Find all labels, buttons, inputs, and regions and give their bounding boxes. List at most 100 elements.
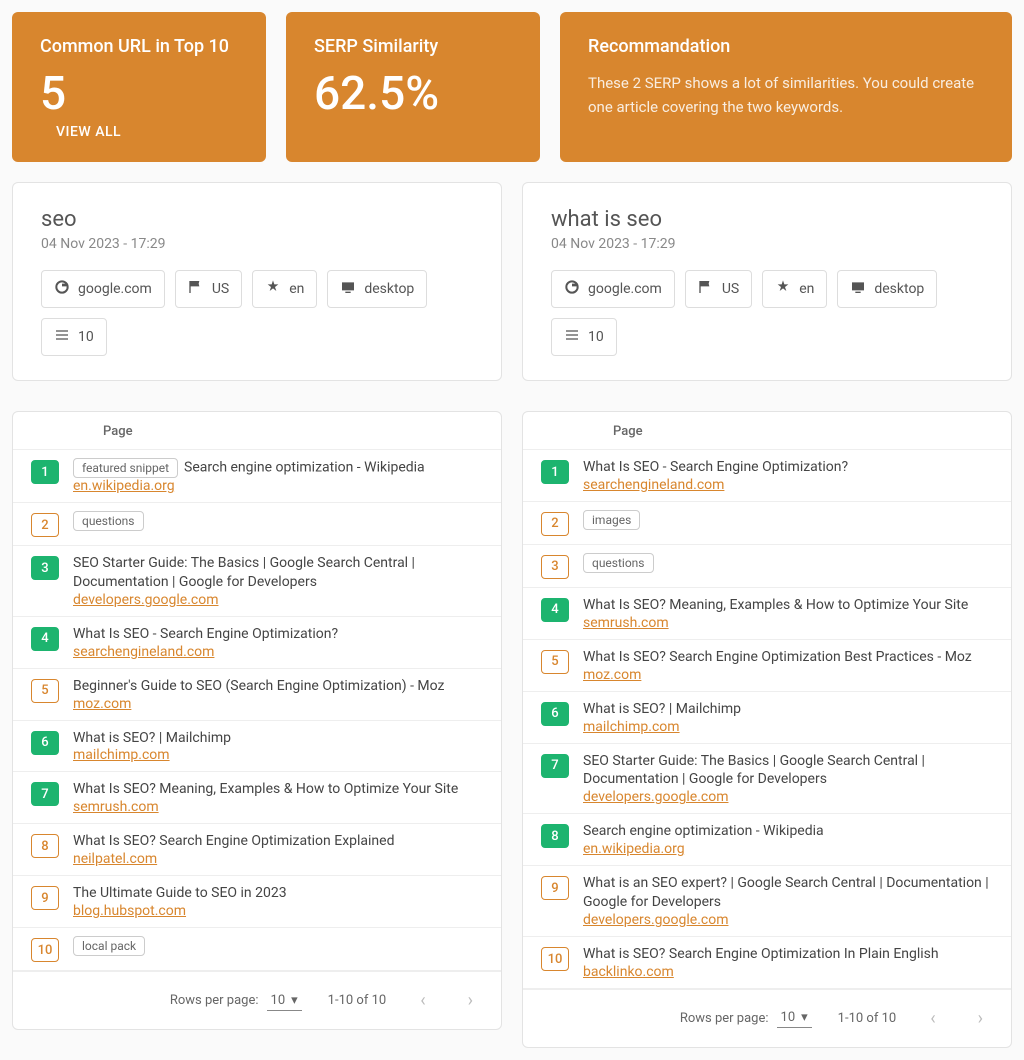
result-domain-link[interactable]: blog.hubspot.com (73, 903, 186, 919)
serp-table: Page 1 featured snippetSearch engine opt… (12, 411, 502, 1030)
chip-label: US (722, 281, 739, 297)
chip-language[interactable]: en (252, 270, 317, 308)
flag-icon (698, 279, 714, 299)
result-title: What is SEO? | Mailchimp (583, 700, 993, 719)
result-domain-link[interactable]: mailchimp.com (73, 747, 170, 763)
page-cell: What Is SEO? Meaning, Examples & How to … (583, 596, 993, 631)
rank-badge: 1 (31, 460, 59, 484)
common-url-card: Common URL in Top 10 5 VIEW ALL (12, 12, 266, 162)
result-domain-link[interactable]: en.wikipedia.org (583, 841, 685, 857)
prev-page-button[interactable]: ‹ (412, 986, 433, 1015)
result-domain-link[interactable]: developers.google.com (583, 912, 728, 928)
rank-badge: 5 (541, 650, 569, 674)
rank-badge: 10 (31, 938, 59, 962)
rows-per-page-select[interactable]: 10 ▾ (267, 991, 302, 1011)
result-title: SEO Starter Guide: The Basics | Google S… (73, 554, 483, 592)
chip-google[interactable]: google.com (41, 270, 165, 308)
chip-flag[interactable]: US (175, 270, 242, 308)
result-domain-link[interactable]: semrush.com (73, 799, 159, 815)
chip-list[interactable]: 10 (41, 318, 107, 356)
page-cell: Beginner's Guide to SEO (Search Engine O… (73, 677, 483, 712)
language-icon (265, 279, 281, 299)
rank-badge: 9 (31, 886, 59, 910)
chip-label: en (289, 281, 304, 297)
list-icon (564, 327, 580, 347)
recommendation-card: Recommandation These 2 SERP shows a lot … (560, 12, 1012, 162)
chip-list[interactable]: 10 (551, 318, 617, 356)
result-title: The Ultimate Guide to SEO in 2023 (73, 884, 483, 903)
table-row: 5 Beginner's Guide to SEO (Search Engine… (13, 669, 501, 721)
result-domain-link[interactable]: moz.com (583, 667, 641, 683)
chip-device[interactable]: desktop (837, 270, 937, 308)
result-title: What Is SEO - Search Engine Optimization… (583, 458, 993, 477)
rank-badge: 3 (31, 556, 59, 580)
result-title: What Is SEO? Search Engine Optimization … (73, 832, 483, 851)
table-row: 8 What Is SEO? Search Engine Optimizatio… (13, 824, 501, 876)
result-tag: images (583, 510, 640, 530)
chip-google[interactable]: google.com (551, 270, 675, 308)
result-domain-link[interactable]: neilpatel.com (73, 851, 157, 867)
result-tag: local pack (73, 936, 145, 956)
chip-label: google.com (588, 281, 662, 297)
result-domain-link[interactable]: developers.google.com (583, 789, 728, 805)
summary-cards-row: Common URL in Top 10 5 VIEW ALL SERP Sim… (12, 12, 1012, 162)
flag-icon (188, 279, 204, 299)
result-domain-link[interactable]: searchengineland.com (583, 477, 724, 493)
result-domain-link[interactable]: en.wikipedia.org (73, 478, 175, 494)
page-cell: What Is SEO? Search Engine Optimization … (583, 648, 993, 683)
similarity-value: 62.5% (314, 71, 512, 117)
rank-badge: 6 (541, 702, 569, 726)
page-cell: What is SEO? | Mailchimpmailchimp.com (583, 700, 993, 735)
result-tag: featured snippet (73, 458, 178, 478)
rank-badge: 10 (541, 947, 569, 971)
result-tag: questions (73, 511, 144, 531)
recommendation-title: Recommandation (588, 36, 984, 57)
result-domain-link[interactable]: searchengineland.com (73, 644, 214, 660)
google-icon (564, 279, 580, 299)
page-cell: What Is SEO? Meaning, Examples & How to … (73, 780, 483, 815)
chip-language[interactable]: en (762, 270, 827, 308)
rows-per-page: Rows per page: 10 ▾ (170, 991, 302, 1011)
page-cell: local pack (73, 936, 483, 956)
chip-device[interactable]: desktop (327, 270, 427, 308)
range-text: 1-10 of 10 (328, 993, 387, 1008)
table-header: Page (523, 412, 1011, 450)
chip-label: desktop (364, 281, 414, 297)
rows-per-page-label: Rows per page: (680, 1011, 769, 1026)
rank-badge: 8 (31, 834, 59, 858)
result-domain-link[interactable]: moz.com (73, 696, 131, 712)
rows-per-page-select[interactable]: 10 ▾ (777, 1008, 812, 1028)
result-domain-link[interactable]: mailchimp.com (583, 719, 680, 735)
result-domain-link[interactable]: developers.google.com (73, 592, 218, 608)
chip-label: google.com (78, 281, 152, 297)
page-cell: What Is SEO - Search Engine Optimization… (583, 458, 993, 493)
table-footer: Rows per page: 10 ▾ 1-10 of 10 ‹ › (13, 971, 501, 1029)
rank-badge: 6 (31, 731, 59, 755)
prev-page-button[interactable]: ‹ (922, 1004, 943, 1033)
result-title: What is SEO? | Mailchimp (73, 729, 483, 748)
list-icon (54, 327, 70, 347)
range-text: 1-10 of 10 (838, 1011, 897, 1026)
page-cell: What is an SEO expert? | Google Search C… (583, 874, 993, 928)
rank-badge: 7 (541, 754, 569, 778)
chip-flag[interactable]: US (685, 270, 752, 308)
next-page-button[interactable]: › (970, 1004, 991, 1033)
similarity-card: SERP Similarity 62.5% (286, 12, 540, 162)
result-domain-link[interactable]: backlinko.com (583, 964, 674, 980)
table-row: 10 local pack (13, 928, 501, 971)
page-cell: Search engine optimization - Wikipediaen… (583, 822, 993, 857)
keyword-title: what is seo (551, 207, 983, 232)
common-url-title: Common URL in Top 10 (40, 36, 238, 57)
next-page-button[interactable]: › (460, 986, 481, 1015)
view-all-button[interactable]: VIEW ALL (56, 124, 121, 140)
chip-label: 10 (588, 329, 604, 345)
chip-label: desktop (874, 281, 924, 297)
table-row: 10 What is SEO? Search Engine Optimizati… (523, 937, 1011, 989)
table-row: 9 What is an SEO expert? | Google Search… (523, 866, 1011, 937)
page-cell: The Ultimate Guide to SEO in 2023blog.hu… (73, 884, 483, 919)
chevron-down-icon: ▾ (291, 993, 298, 1008)
result-domain-link[interactable]: semrush.com (583, 615, 669, 631)
rank-badge: 2 (31, 513, 59, 537)
result-title: Search engine optimization - Wikipedia (583, 822, 993, 841)
rank-badge: 8 (541, 824, 569, 848)
